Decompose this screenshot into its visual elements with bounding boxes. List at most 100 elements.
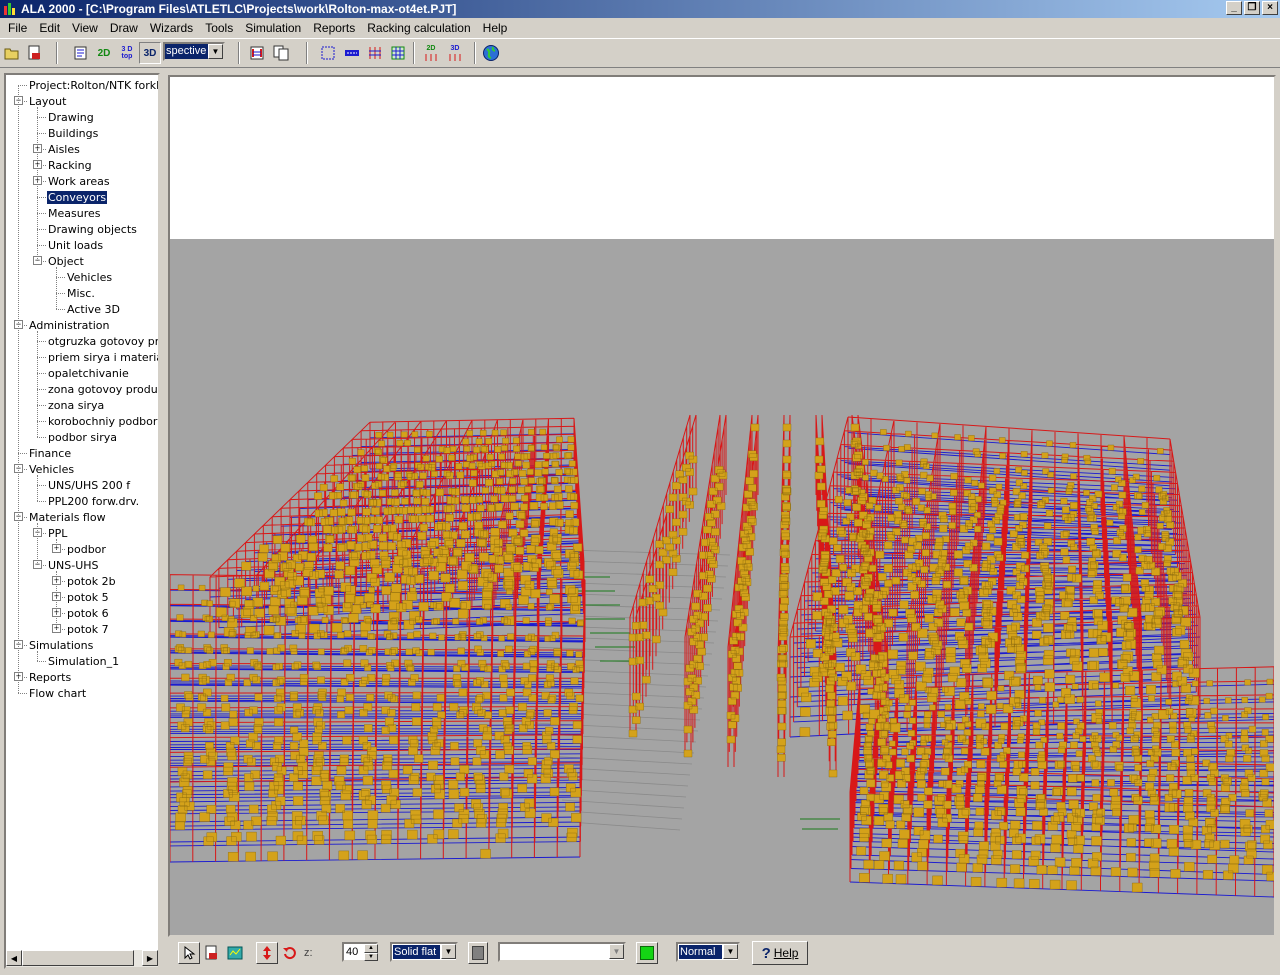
tree-node-layout[interactable]: Layout	[28, 93, 67, 109]
run-simulation-button[interactable]	[636, 942, 658, 964]
tree-node-zona-sirya[interactable]: zona sirya	[47, 397, 105, 413]
tree-node-misc[interactable]: Misc.	[66, 285, 96, 301]
menu-help[interactable]: Help	[477, 20, 514, 36]
print-view-icon[interactable]	[201, 942, 223, 964]
tree-node-buildings[interactable]: Buildings	[47, 125, 99, 141]
view-mode-select[interactable]: spective ▼	[163, 42, 225, 61]
tree-node-potok-7[interactable]: potok 7	[66, 621, 110, 637]
pointer-icon[interactable]	[178, 942, 200, 964]
chevron-down-icon[interactable]: ▼	[723, 944, 738, 959]
tree-node-flow-chart[interactable]: Flow chart	[28, 685, 87, 701]
tree-node-measures[interactable]: Measures	[47, 205, 101, 221]
tree-node-potok-5[interactable]: potok 5	[66, 589, 110, 605]
scroll-left-icon[interactable]: ◀	[6, 950, 22, 966]
calc-3d-button[interactable]: 3D	[444, 42, 466, 64]
tree-node-active-3d[interactable]: Active 3D	[66, 301, 121, 317]
scroll-right-icon[interactable]: ▶	[142, 950, 158, 966]
tree-node-aisles[interactable]: Aisles	[47, 141, 81, 157]
layout-wizard-icon[interactable]	[70, 42, 92, 64]
menu-edit[interactable]: Edit	[33, 20, 66, 36]
calc-2d-button[interactable]: 2D	[420, 42, 442, 64]
grid-tool-icon[interactable]	[387, 42, 409, 64]
vertical-move-icon[interactable]	[256, 942, 278, 964]
tree-node-work-areas[interactable]: Work areas	[47, 173, 111, 189]
tree-node-label: Materials flow	[29, 510, 106, 524]
copy-report-icon[interactable]	[270, 42, 292, 64]
tree-node-potok-6[interactable]: potok 6	[66, 605, 110, 621]
tree-node-ppl[interactable]: PPL	[47, 525, 68, 541]
restore-button[interactable]: ❐	[1244, 1, 1260, 15]
spin-up-icon[interactable]: ▲	[364, 944, 378, 953]
tree-node-finance[interactable]: Finance	[28, 445, 72, 461]
warehouse-3d-scene[interactable]	[170, 77, 1274, 935]
tree-node-label: potok 7	[67, 622, 109, 636]
tree-node-zona-gotovoy-produkcii[interactable]: zona gotovoy produkcii	[47, 381, 158, 397]
tree-horizontal-scrollbar[interactable]: ◀ ▶	[6, 950, 158, 967]
tree-node-priem-sirya-i-materialov[interactable]: priem sirya i materialov	[47, 349, 158, 365]
racking-report-icon[interactable]	[246, 42, 268, 64]
menu-simulation[interactable]: Simulation	[239, 20, 307, 36]
menu-file[interactable]: File	[2, 20, 33, 36]
tree-node-label: Unit loads	[48, 238, 104, 252]
menu-view[interactable]: View	[66, 20, 104, 36]
map-view-icon[interactable]	[224, 942, 246, 964]
minimize-button[interactable]: _	[1226, 1, 1242, 15]
help-button[interactable]: ? Help	[752, 941, 808, 965]
tree-node-racking[interactable]: Racking	[47, 157, 93, 173]
color-picker-button[interactable]	[468, 942, 488, 964]
tree-node-drawing[interactable]: Drawing	[47, 109, 95, 125]
z-value-spinner[interactable]: ▲ ▼	[364, 944, 378, 961]
tree-node-reports[interactable]: Reports	[28, 669, 72, 685]
tree-node-otgruzka-gotovoy-produ[interactable]: otgruzka gotovoy produ	[47, 333, 158, 349]
tree-node-podbor-sirya[interactable]: podbor sirya	[47, 429, 118, 445]
view-2d-button[interactable]: 2D	[93, 42, 115, 64]
aisle-tool-icon[interactable]	[341, 42, 363, 64]
tree-node-opaletchivanie[interactable]: opaletchivanie	[47, 365, 130, 381]
project-tree[interactable]: Project:Rolton/NTK forklift Layout − Drawin…	[6, 75, 158, 951]
menu-draw[interactable]: Draw	[104, 20, 144, 36]
tree-node-uns-uhs[interactable]: UNS-UHS	[47, 557, 100, 573]
tree-node-unit-loads[interactable]: Unit loads	[47, 237, 104, 253]
tree-node-ppl200-forw-drv[interactable]: PPL200 forw.drv.	[47, 493, 140, 509]
tree-node-drawing-objects[interactable]: Drawing objects	[47, 221, 138, 237]
scroll-thumb[interactable]	[22, 950, 134, 966]
tree-node-vehicles[interactable]: Vehicles	[28, 461, 75, 477]
question-mark-icon: ?	[761, 944, 771, 962]
chevron-down-icon[interactable]: ▼	[609, 944, 624, 959]
tree-node-materials-flow[interactable]: Materials flow	[28, 509, 107, 525]
tree-node-object[interactable]: Object	[47, 253, 85, 269]
tree-node-korobochniy-podbor[interactable]: korobochniy podbor	[47, 413, 158, 429]
speed-select[interactable]: Normal ▼	[676, 942, 740, 962]
layer-select[interactable]: ▼	[498, 942, 626, 962]
render-mode-select[interactable]: Solid flat ▼	[390, 942, 458, 962]
select-area-icon[interactable]	[317, 42, 339, 64]
open-folder-icon[interactable]	[1, 42, 23, 64]
tree-node-label: zona sirya	[48, 398, 105, 412]
menu-wizards[interactable]: Wizards	[144, 20, 199, 36]
3d-viewport[interactable]	[168, 75, 1276, 937]
view-3d-top-button[interactable]: 3 D top	[116, 42, 138, 64]
tree-node-simulation-1[interactable]: Simulation_1	[47, 653, 120, 669]
close-button[interactable]: ×	[1262, 1, 1278, 15]
tree-node-conveyors[interactable]: Conveyors	[45, 189, 109, 205]
menu-reports[interactable]: Reports	[307, 20, 361, 36]
spin-down-icon[interactable]: ▼	[364, 952, 378, 961]
menu-tools[interactable]: Tools	[199, 20, 239, 36]
menu-racking-calculation[interactable]: Racking calculation	[361, 20, 476, 36]
title-bar: ALA 2000 - [C:\Program Files\ATLETLC\Pro…	[0, 0, 1280, 18]
tree-node-administration[interactable]: Administration	[28, 317, 111, 333]
tree-node-project-rolton-ntk-forklift[interactable]: Project:Rolton/NTK forklift	[28, 77, 158, 93]
rotate-view-icon[interactable]	[279, 942, 301, 964]
print-icon[interactable]	[24, 42, 46, 64]
tree-node-potok-2b[interactable]: potok 2b	[66, 573, 117, 589]
rack-tool-icon[interactable]	[364, 42, 386, 64]
view-3d-button[interactable]: 3D	[139, 42, 161, 64]
chevron-down-icon[interactable]: ▼	[441, 944, 456, 959]
tree-node-uns-uhs-200-f[interactable]: UNS/UHS 200 f	[47, 477, 131, 493]
globe-icon[interactable]	[480, 42, 502, 64]
tree-node-vehicles[interactable]: Vehicles	[66, 269, 113, 285]
tree-node-label: UNS/UHS 200 f	[48, 478, 131, 492]
scroll-track[interactable]	[134, 950, 142, 967]
tree-node-podbor[interactable]: podbor	[66, 541, 107, 557]
chevron-down-icon[interactable]: ▼	[208, 44, 223, 59]
